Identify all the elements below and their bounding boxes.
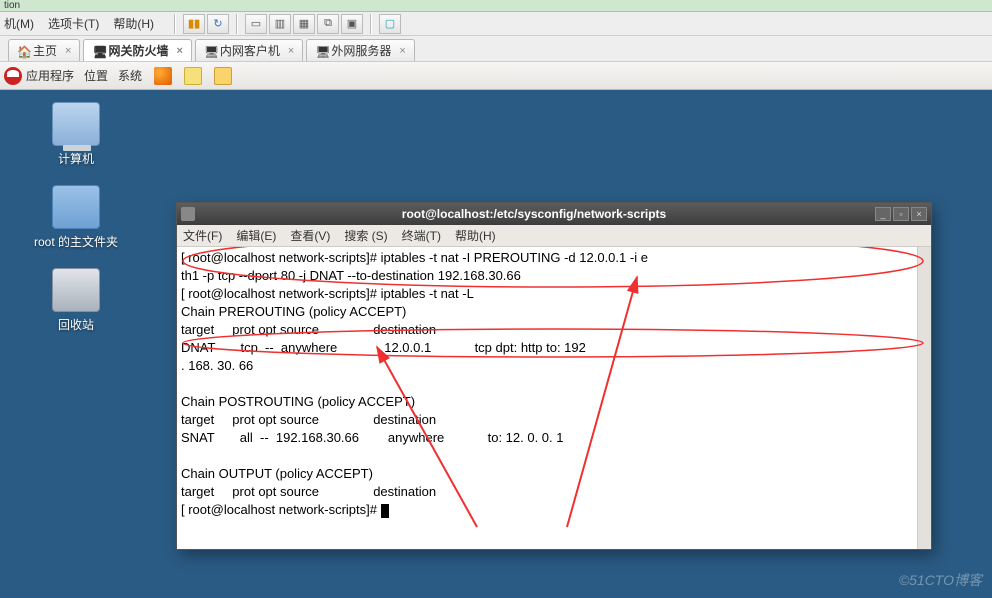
annotation-text: 设置DNAT策略，将内网提供web的ip地址 转换成网关12.0.0.1	[421, 527, 695, 549]
gnome-panel: 应用程序 位置 系统	[0, 62, 992, 90]
separator	[236, 14, 238, 34]
close-icon[interactable]: ×	[65, 45, 71, 57]
panel-places[interactable]: 位置	[84, 67, 108, 84]
tab-label: 外网服务器	[331, 42, 391, 59]
maximize-button[interactable]: ▫	[893, 207, 909, 221]
term-menu-search[interactable]: 搜索 (S)	[344, 227, 387, 244]
trash-icon	[52, 268, 100, 312]
view-button-2[interactable]: ▦	[293, 14, 315, 34]
cursor	[381, 504, 389, 518]
notes-icon[interactable]	[184, 67, 202, 85]
redhat-logo-icon[interactable]	[4, 67, 22, 85]
vm-titlebar: tion	[0, 0, 992, 12]
home-icon: 🏠	[17, 45, 29, 57]
desktop-icon-trash[interactable]: 回收站	[16, 268, 136, 333]
vm-menu-machine[interactable]: 机(M)	[4, 15, 34, 32]
scrollbar[interactable]	[917, 247, 931, 549]
panel-system[interactable]: 系统	[118, 67, 142, 84]
terminal-titlebar[interactable]: root@localhost:/etc/sysconfig/network-sc…	[177, 203, 931, 225]
tab-label: 内网客户机	[220, 42, 280, 59]
computer-icon	[52, 102, 100, 146]
desktop-icon-computer[interactable]: 计算机	[16, 102, 136, 167]
close-button[interactable]: ×	[911, 207, 927, 221]
snapshot-button[interactable]: ▭	[245, 14, 267, 34]
tab-gateway-firewall[interactable]: 🖥 网关防火墙 ×	[83, 39, 191, 61]
term-menu-edit[interactable]: 编辑(E)	[236, 227, 276, 244]
terminal-body[interactable]: [ root@localhost network-scripts]# iptab…	[177, 247, 931, 549]
file-manager-icon[interactable]	[214, 67, 232, 85]
vm-tab-strip: 🏠 主页 × 🖥 网关防火墙 × 🖥 内网客户机 × 🖥 外网服务器 ×	[0, 36, 992, 62]
view-button-1[interactable]: ▥	[269, 14, 291, 34]
unity-button[interactable]: ▣	[341, 14, 363, 34]
power-button[interactable]: ↻	[207, 14, 229, 34]
tab-label: 主页	[33, 42, 57, 59]
view-button-3[interactable]: ⧉	[317, 14, 339, 34]
vm-icon: 🖥	[315, 45, 327, 57]
separator	[370, 14, 372, 34]
tab-label: 网关防火墙	[108, 42, 168, 59]
term-menu-help[interactable]: 帮助(H)	[455, 227, 496, 244]
home-folder-icon	[52, 185, 100, 229]
vm-menu-tabs[interactable]: 选项卡(T)	[48, 15, 99, 32]
guest-desktop: 应用程序 位置 系统 计算机 root 的主文件夹 回收站 root@local…	[0, 62, 992, 598]
fullscreen-button[interactable]: ▢	[379, 14, 401, 34]
vm-menu-help[interactable]: 帮助(H)	[113, 15, 154, 32]
icon-label: root 的主文件夹	[34, 233, 118, 250]
term-menu-terminal[interactable]: 终端(T)	[402, 227, 441, 244]
vm-icon: 🖥	[204, 45, 216, 57]
panel-apps[interactable]: 应用程序	[26, 67, 74, 84]
terminal-menubar: 文件(F) 编辑(E) 查看(V) 搜索 (S) 终端(T) 帮助(H)	[177, 225, 931, 247]
firefox-icon[interactable]	[154, 67, 172, 85]
vm-icon: 🖥	[92, 45, 104, 57]
terminal-app-icon	[181, 207, 195, 221]
desktop-icons: 计算机 root 的主文件夹 回收站	[16, 102, 136, 333]
pause-button[interactable]: ▮▮	[183, 14, 205, 34]
tab-wan-server[interactable]: 🖥 外网服务器 ×	[306, 39, 414, 61]
tab-lan-client[interactable]: 🖥 内网客户机 ×	[195, 39, 303, 61]
icon-label: 回收站	[58, 316, 94, 333]
close-icon[interactable]: ×	[176, 45, 182, 57]
vm-menubar: 机(M) 选项卡(T) 帮助(H) ▮▮ ↻ ▭ ▥ ▦ ⧉ ▣ ▢	[0, 12, 992, 36]
terminal-window: root@localhost:/etc/sysconfig/network-sc…	[176, 202, 932, 550]
term-menu-view[interactable]: 查看(V)	[290, 227, 330, 244]
close-icon[interactable]: ×	[399, 45, 405, 57]
desktop-icon-home[interactable]: root 的主文件夹	[16, 185, 136, 250]
term-menu-file[interactable]: 文件(F)	[183, 227, 222, 244]
separator	[174, 14, 176, 34]
icon-label: 计算机	[58, 150, 94, 167]
tab-home[interactable]: 🏠 主页 ×	[8, 39, 80, 61]
minimize-button[interactable]: _	[875, 207, 891, 221]
terminal-title: root@localhost:/etc/sysconfig/network-sc…	[195, 207, 873, 221]
watermark: ©51CTO博客	[899, 570, 982, 590]
close-icon[interactable]: ×	[288, 45, 294, 57]
